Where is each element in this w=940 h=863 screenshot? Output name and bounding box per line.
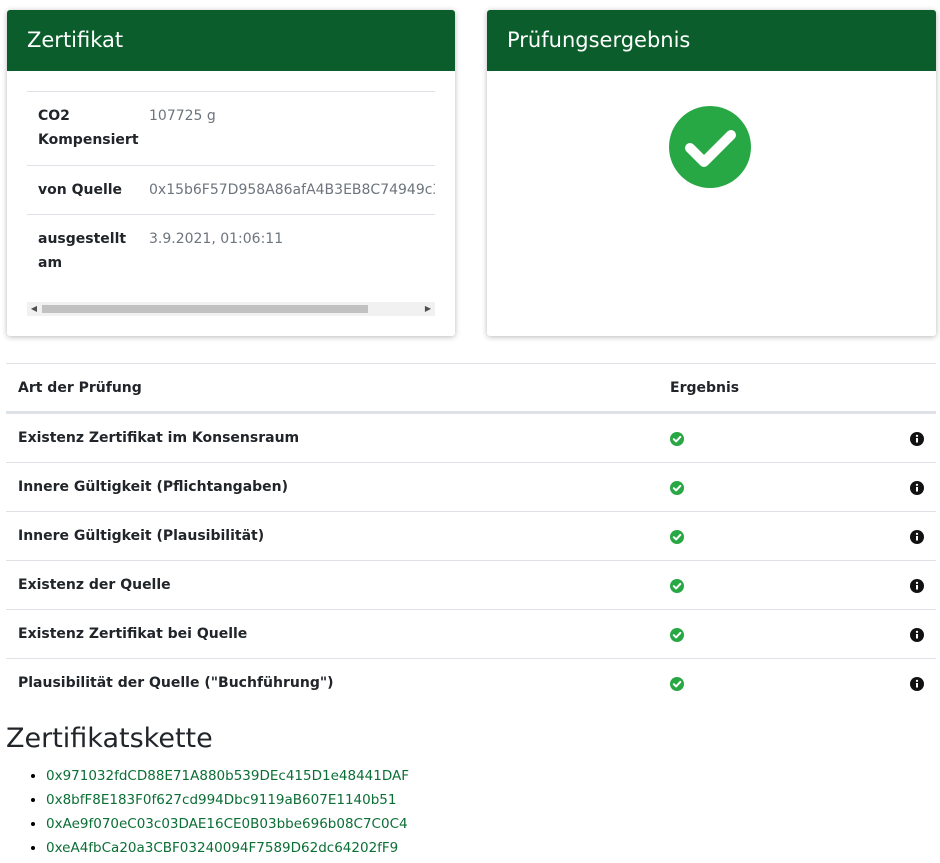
- chain-link[interactable]: 0xeA4fbCa20a3CBF03240094F7589D62dc64202f…: [46, 840, 398, 856]
- list-item: 0xAe9f070eC03c03DAE16CE0B03bbe696b08C7C0…: [46, 812, 409, 836]
- info-row-issued: ausgestellt am 3.9.2021, 01:06:11: [27, 214, 435, 288]
- check-circle-icon: [669, 106, 751, 188]
- info-value-issued: 3.9.2021, 01:06:11: [149, 231, 284, 247]
- check-circle-icon: [670, 676, 684, 691]
- check-name: Existenz der Quelle: [18, 577, 171, 593]
- table-row: Plausibilität der Quelle ("Buchführung"): [6, 658, 936, 707]
- scrollbar-thumb[interactable]: [42, 305, 368, 313]
- check-name: Innere Gültigkeit (Pflichtangaben): [18, 479, 289, 495]
- checks-table: Art der Prüfung Ergebnis Existenz Zertif…: [6, 363, 936, 707]
- check-circle-icon: [670, 431, 684, 446]
- info-row-co2: CO2 Kompensiert 107725 g: [27, 91, 435, 165]
- info-icon[interactable]: [910, 578, 924, 593]
- info-label-source: von Quelle: [38, 182, 123, 198]
- check-name: Plausibilität der Quelle ("Buchführung"): [18, 675, 334, 691]
- chain-link[interactable]: 0x971032fdCD88E71A880b539DEc415D1e48441D…: [46, 768, 409, 784]
- table-row: Existenz Zertifikat bei Quelle: [6, 609, 936, 658]
- certificate-info-table: CO2 Kompensiert 107725 g von Quelle 0x15…: [27, 91, 435, 288]
- table-row: Existenz der Quelle: [6, 560, 936, 609]
- chain-list: 0x971032fdCD88E71A880b539DEc415D1e48441D…: [0, 764, 409, 860]
- list-item: 0x971032fdCD88E71A880b539DEc415D1e48441D…: [46, 764, 409, 788]
- info-icon[interactable]: [910, 627, 924, 642]
- check-name: Existenz Zertifikat bei Quelle: [18, 626, 248, 642]
- info-value-co2: 107725 g: [149, 108, 216, 124]
- info-label-issued: ausgestellt am: [38, 231, 127, 271]
- scroll-left-arrow-icon[interactable]: ◀: [27, 302, 41, 316]
- horizontal-scrollbar[interactable]: ◀ ▶: [27, 302, 435, 316]
- check-circle-icon: [670, 480, 684, 495]
- scroll-right-arrow-icon[interactable]: ▶: [421, 302, 435, 316]
- check-circle-icon: [670, 578, 684, 593]
- result-card-title: Prüfungsergebnis: [487, 10, 936, 71]
- chain-link[interactable]: 0xAe9f070eC03c03DAE16CE0B03bbe696b08C7C0…: [46, 816, 408, 832]
- header-result: Ergebnis: [670, 380, 740, 396]
- info-icon[interactable]: [910, 676, 924, 691]
- check-name: Existenz Zertifikat im Konsensraum: [18, 430, 300, 446]
- table-row: Existenz Zertifikat im Konsensraum: [6, 413, 936, 462]
- info-icon[interactable]: [910, 480, 924, 495]
- checks-table-header: Art der Prüfung Ergebnis: [6, 363, 936, 413]
- list-item: 0x8bfF8E183F0f627cd994Dbc9119aB607E1140b…: [46, 788, 409, 812]
- chain-link[interactable]: 0x8bfF8E183F0f627cd994Dbc9119aB607E1140b…: [46, 792, 396, 808]
- certificate-card-title: Zertifikat: [7, 10, 455, 71]
- table-row: Innere Gültigkeit (Pflichtangaben): [6, 462, 936, 511]
- info-label-co2: CO2 Kompensiert: [38, 108, 139, 148]
- list-item: 0xeA4fbCa20a3CBF03240094F7589D62dc64202f…: [46, 836, 409, 860]
- header-check-type: Art der Prüfung: [18, 380, 142, 396]
- check-circle-icon: [670, 529, 684, 544]
- info-icon[interactable]: [910, 431, 924, 446]
- info-value-source: 0x15b6F57D958A86afA4B3EB8C74949c3171: [149, 182, 435, 198]
- info-row-source: von Quelle 0x15b6F57D958A86afA4B3EB8C749…: [27, 165, 435, 214]
- check-name: Innere Gültigkeit (Plausibilität): [18, 528, 265, 544]
- result-card: Prüfungsergebnis: [487, 10, 936, 336]
- certificate-card: Zertifikat CO2 Kompensiert 107725 g von …: [7, 10, 455, 336]
- chain-title: Zertifikatskette: [6, 723, 213, 754]
- table-row: Innere Gültigkeit (Plausibilität): [6, 511, 936, 560]
- info-icon[interactable]: [910, 529, 924, 544]
- check-circle-icon: [670, 627, 684, 642]
